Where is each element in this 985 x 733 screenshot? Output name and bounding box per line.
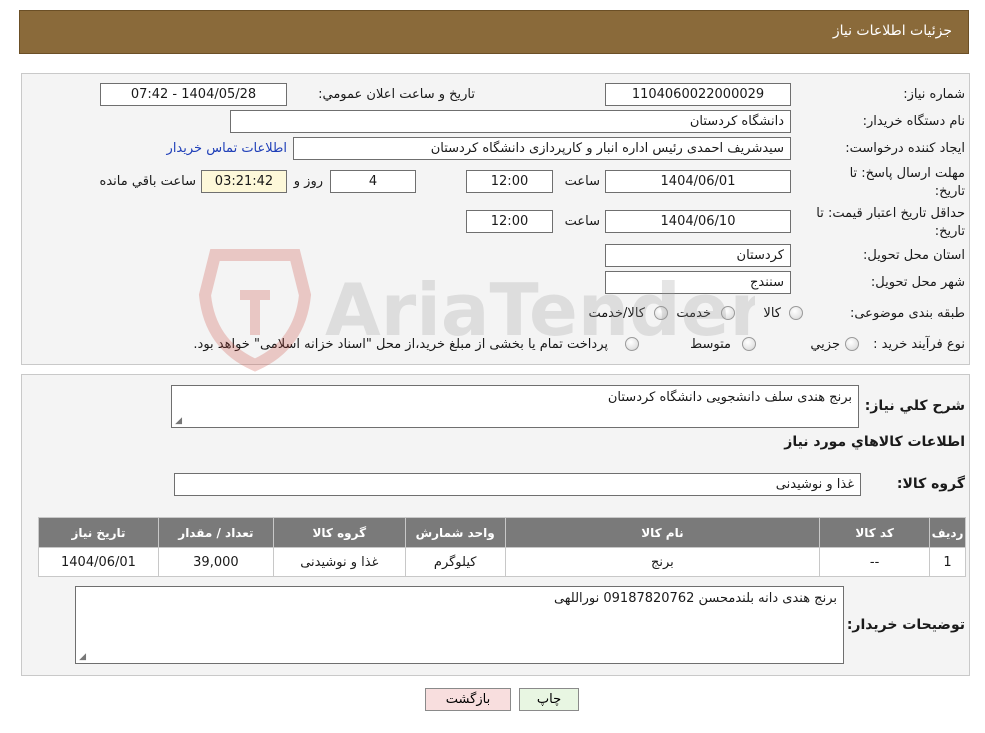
category-option-service: خدمت xyxy=(676,306,711,321)
category-label: طبقه بندی موضوعی: xyxy=(849,306,965,321)
table-header-cell: گروه کالا xyxy=(272,517,406,548)
table-cell: -- xyxy=(819,547,931,577)
table-header-cell: نام کالا xyxy=(504,517,821,548)
validity-label: حداقل تاریخ اعتبار قیمت: تا xyxy=(816,206,965,221)
need-number-label: شماره نیاز: xyxy=(903,87,965,102)
page-header: جزئیات اطلاعات نیاز xyxy=(19,10,969,54)
process-radio-medium[interactable] xyxy=(742,337,756,351)
deadline-time-field: 12:00 xyxy=(466,170,553,193)
province-label: استان محل تحویل: xyxy=(863,248,965,263)
goods-group-field: غذا و نوشیدنی xyxy=(174,473,861,496)
table-header-cell: تعداد / مقدار xyxy=(157,517,274,548)
buyer-notes-textarea[interactable]: برنج هندی دانه بلندمحسن 09187820762 نورا… xyxy=(75,586,844,664)
back-button[interactable]: بازگشت xyxy=(425,688,511,711)
table-header-cell: کد کالا xyxy=(819,517,931,548)
summary-label: شرح کلي نیاز: xyxy=(864,398,965,414)
validity-time-field: 12:00 xyxy=(466,210,553,233)
table-header-cell: ردیف xyxy=(929,517,966,548)
buyer-notes-text: برنج هندی دانه بلندمحسن 09187820762 نورا… xyxy=(553,591,837,606)
buyer-org-label: نام دستگاه خریدار: xyxy=(862,114,965,129)
deadline-label: مهلت ارسال پاسخ: تا xyxy=(849,166,965,181)
buyer-contact-link[interactable]: اطلاعات تماس خریدار xyxy=(167,141,287,156)
buyer-org-field: دانشگاه کردستان xyxy=(230,110,791,133)
summary-textarea[interactable]: برنج هندی سلف دانشجویی دانشگاه کردستان ◢ xyxy=(171,385,859,428)
process-option-medium: متوسط xyxy=(690,337,731,352)
deadline-date-field: 1404/06/01 xyxy=(605,170,791,193)
province-field: کردستان xyxy=(605,244,791,267)
resize-grip-icon[interactable]: ◢ xyxy=(78,653,86,662)
deadline-label-date: تاریخ: xyxy=(934,184,965,199)
process-note: پرداخت تمام یا بخشی از مبلغ خرید،از محل … xyxy=(193,337,608,352)
process-label: نوع فرآیند خرید : xyxy=(873,337,965,352)
table-cell: 1 xyxy=(929,547,966,577)
table-cell: کیلوگرم xyxy=(404,547,506,577)
deadline-time-label: ساعت xyxy=(564,174,600,189)
creator-field: سیدشریف احمدی رئیس اداره انبار و کارپردا… xyxy=(293,137,791,160)
process-checkbox-treasury[interactable] xyxy=(625,337,639,351)
summary-text: برنج هندی سلف دانشجویی دانشگاه کردستان xyxy=(607,390,852,405)
print-button[interactable]: چاپ xyxy=(519,688,579,711)
category-option-goods: کالا xyxy=(763,306,781,321)
goods-info-title: اطلاعات کالاهاي مورد نیاز xyxy=(784,434,965,450)
goods-table: ردیف کد کالا نام کالا واحد شمارش گروه کا… xyxy=(38,517,966,577)
process-option-minor: جزیي xyxy=(810,337,840,352)
remaining-days-field: 4 xyxy=(330,170,416,193)
days-label: روز و xyxy=(293,174,323,189)
table-header-cell: تاریخ نیاز xyxy=(38,517,159,548)
validity-time-label: ساعت xyxy=(564,214,600,229)
validity-date-field: 1404/06/10 xyxy=(605,210,791,233)
announce-date-label: تاریخ و ساعت اعلان عمومي: xyxy=(318,87,475,102)
table-row: 1 -- برنج کیلوگرم غذا و نوشیدنی 39,000 1… xyxy=(38,547,966,577)
category-radio-goods[interactable] xyxy=(789,306,803,320)
resize-grip-icon[interactable]: ◢ xyxy=(174,417,182,426)
page-title: جزئیات اطلاعات نیاز xyxy=(832,23,952,39)
table-header-cell: واحد شمارش xyxy=(404,517,506,548)
category-radio-service[interactable] xyxy=(721,306,735,320)
table-cell: غذا و نوشیدنی xyxy=(272,547,406,577)
city-field: سنندج xyxy=(605,271,791,294)
city-label: شهر محل تحویل: xyxy=(870,275,965,290)
need-number-field: 1104060022000029 xyxy=(605,83,791,106)
table-cell: برنج xyxy=(504,547,821,577)
validity-label-date: تاریخ: xyxy=(934,224,965,239)
process-radio-minor[interactable] xyxy=(845,337,859,351)
table-cell: 39,000 xyxy=(157,547,274,577)
table-header-row: ردیف کد کالا نام کالا واحد شمارش گروه کا… xyxy=(38,517,966,548)
announce-date-field: 1404/05/28 - 07:42 xyxy=(100,83,287,106)
remaining-time-field: 03:21:42 xyxy=(201,170,287,193)
category-option-goods-service: کالا/خدمت xyxy=(588,306,645,321)
goods-group-label: گروه کالا: xyxy=(896,476,965,492)
remaining-time-label: ساعت باقي مانده xyxy=(99,174,196,189)
buyer-notes-label: توضیحات خریدار: xyxy=(846,617,965,633)
table-cell: 1404/06/01 xyxy=(38,547,159,577)
category-radio-goods-service[interactable] xyxy=(654,306,668,320)
creator-label: ایجاد کننده درخواست: xyxy=(845,141,965,156)
